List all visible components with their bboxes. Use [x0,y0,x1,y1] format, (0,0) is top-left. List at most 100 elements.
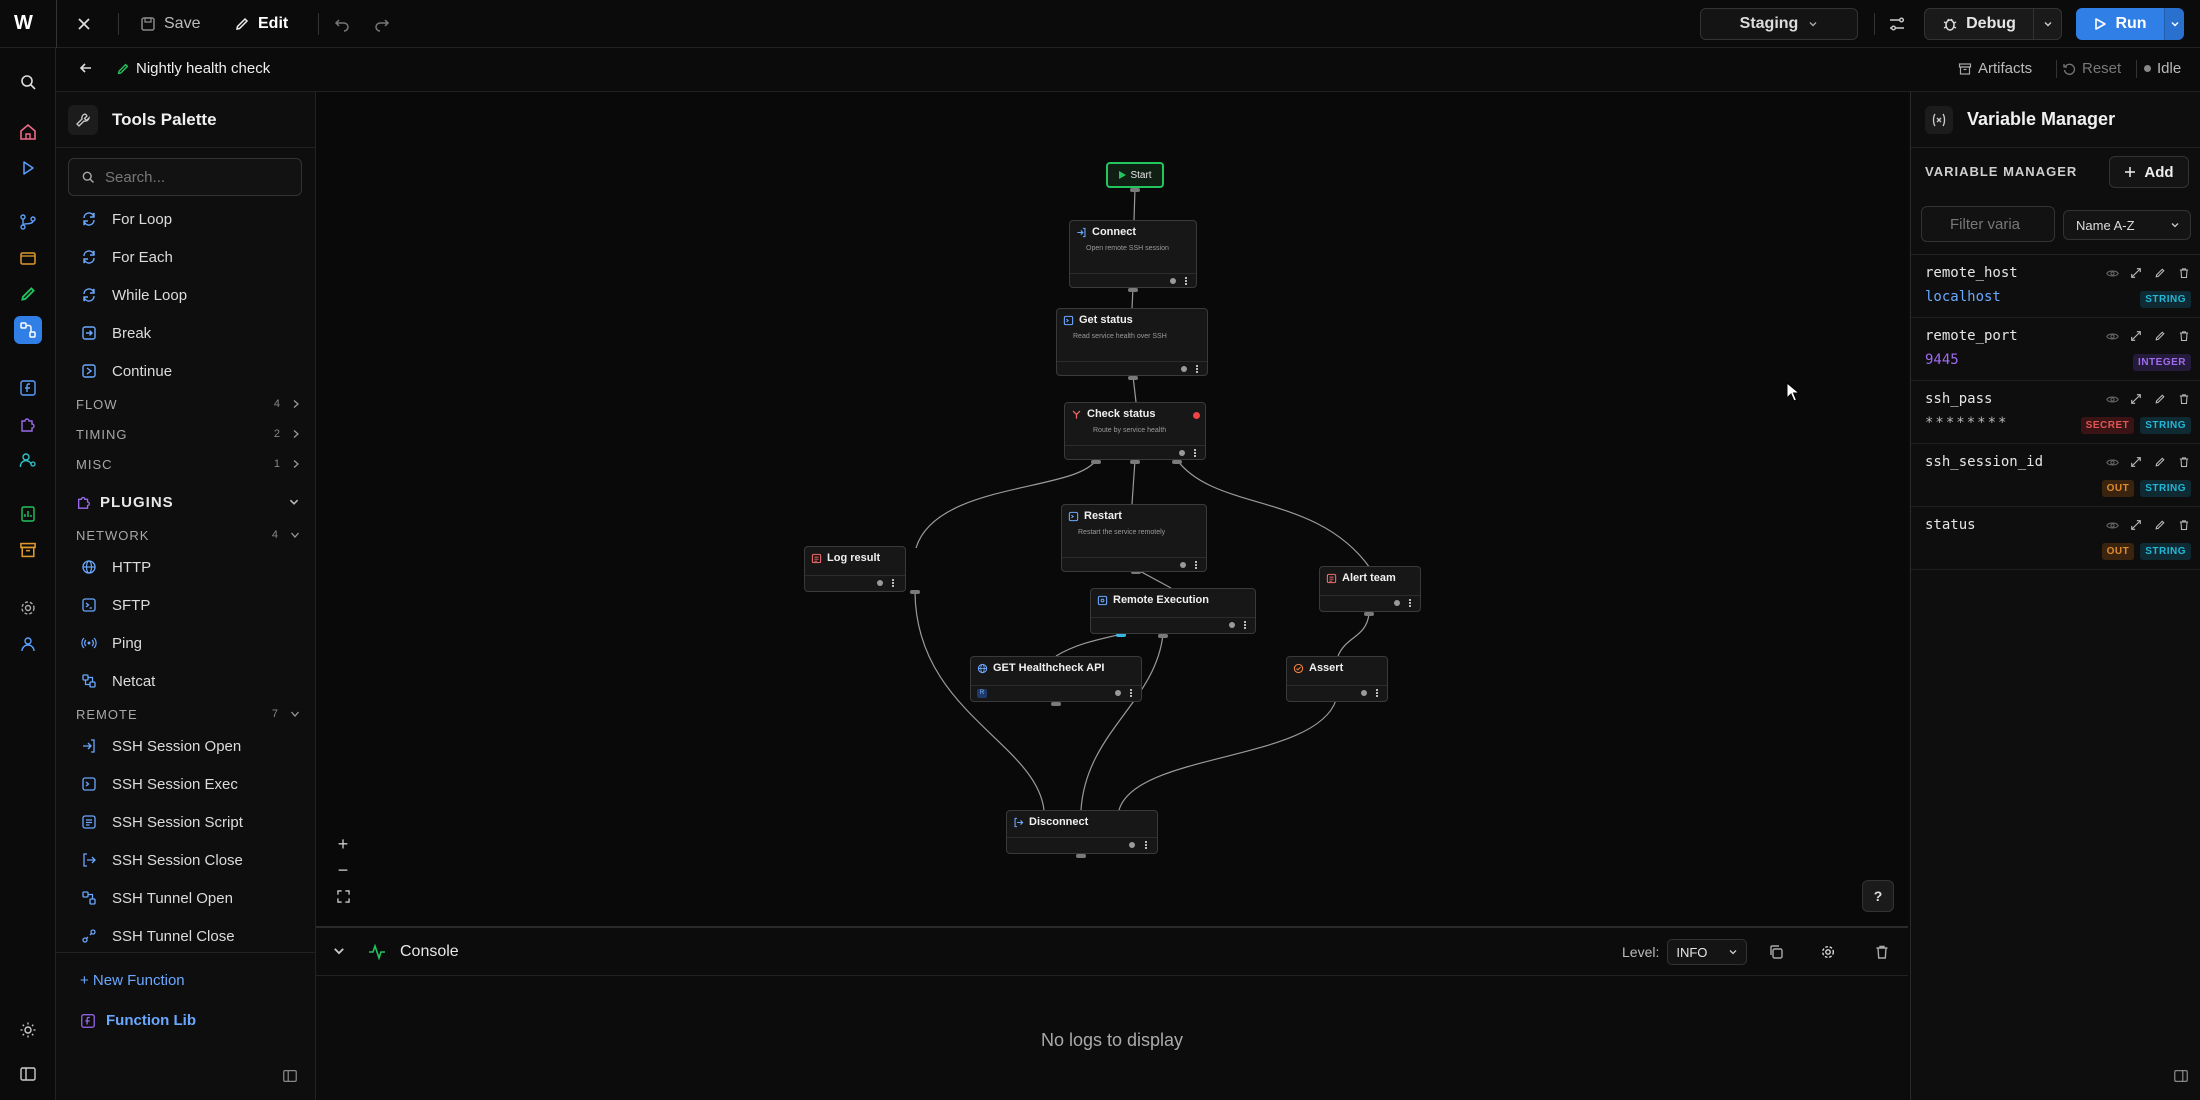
library-nav-button[interactable] [14,244,42,272]
collapse-palette-button[interactable] [282,1068,298,1084]
reset-button[interactable]: Reset [2062,60,2121,77]
home-nav-button[interactable] [14,118,42,146]
trash-icon[interactable] [2177,266,2191,280]
tool-ssh-tunnel-close[interactable]: SSH Tunnel Close [80,921,235,951]
node-menu-button[interactable] [1195,561,1197,569]
tool-sftp[interactable]: SFTP [80,590,150,620]
node-assert[interactable]: Assert [1286,656,1388,702]
expand-icon[interactable] [2129,329,2143,343]
variable-filter-input[interactable] [1921,206,2055,242]
account-nav-button[interactable] [14,630,42,658]
add-variable-button[interactable]: Add [2109,156,2189,188]
tool-for-each[interactable]: For Each [80,242,173,272]
node-menu-button[interactable] [1194,449,1196,457]
zoom-out-button[interactable]: − [330,858,356,882]
app-logo[interactable]: W [14,12,33,35]
node-alert-team[interactable]: Alert team [1319,566,1421,612]
tool-for-loop[interactable]: For Loop [80,204,172,234]
environment-select[interactable]: Staging [1700,8,1858,40]
node-get-healthcheck-api[interactable]: GET Healthcheck API R [970,656,1142,702]
run-options-button[interactable] [2164,8,2184,40]
back-button[interactable] [78,60,94,76]
new-function-button[interactable]: + New Function [80,972,185,989]
tool-ssh-session-close[interactable]: SSH Session Close [80,845,243,875]
node-restart[interactable]: Restart Restart the service remotely [1061,504,1207,572]
workflow-canvas[interactable]: Start Connect Open remote SSH session Ge… [316,92,1908,926]
variable-row[interactable]: ssh_session_id OUT STRING [1911,444,2200,507]
expand-icon[interactable] [2129,455,2143,469]
collapse-variables-button[interactable] [2173,1068,2189,1084]
node-menu-button[interactable] [1185,277,1187,285]
workflow-name[interactable]: Nightly health check [116,60,270,77]
expand-icon[interactable] [2129,392,2143,406]
category-remote[interactable]: REMOTE 7 [76,702,300,726]
edit-icon[interactable] [2153,392,2167,406]
reports-nav-button[interactable] [14,500,42,528]
category-network[interactable]: NETWORK 4 [76,523,300,547]
node-menu-button[interactable] [1130,689,1132,697]
eye-icon[interactable] [2105,455,2119,469]
edit-icon[interactable] [2153,518,2167,532]
run-button[interactable]: Run [2076,8,2164,40]
debug-options-button[interactable] [2034,8,2062,40]
eye-icon[interactable] [2105,266,2119,280]
branches-nav-button[interactable] [14,208,42,236]
clear-logs-button[interactable] [1874,944,1890,960]
expand-icon[interactable] [2129,266,2143,280]
tool-http[interactable]: HTTP [80,552,151,582]
edit-icon[interactable] [2153,329,2167,343]
theme-toggle-button[interactable] [14,1016,42,1044]
node-log-result[interactable]: Log result [804,546,906,592]
node-menu-button[interactable] [1244,621,1246,629]
tool-ssh-session-exec[interactable]: SSH Session Exec [80,769,238,799]
variable-row[interactable]: remote_host localhost STRING [1911,255,2200,318]
eye-icon[interactable] [2105,392,2119,406]
category-misc[interactable]: MISC 1 [76,452,300,476]
tool-continue[interactable]: Continue [80,356,172,386]
settings-nav-button[interactable] [14,594,42,622]
log-level-select[interactable]: INFO [1667,939,1748,965]
node-menu-button[interactable] [1409,599,1411,607]
node-check-status[interactable]: Check status Route by service health [1064,402,1206,460]
archive-nav-button[interactable] [14,536,42,564]
zoom-in-button[interactable]: + [330,832,356,856]
tool-ssh-session-script[interactable]: SSH Session Script [80,807,243,837]
variable-row[interactable]: status OUT STRING [1911,507,2200,570]
category-timing[interactable]: TIMING 2 [76,422,300,446]
close-button[interactable] [76,8,92,40]
variable-row[interactable]: remote_port 9445 INTEGER [1911,318,2200,381]
fit-view-button[interactable] [330,884,356,908]
palette-search-input[interactable] [105,168,285,186]
tool-break[interactable]: Break [80,318,151,348]
plugins-section-toggle[interactable]: PLUGINS [76,488,300,516]
tool-ping[interactable]: Ping [80,628,142,658]
settings-sliders-button[interactable] [1888,8,1906,40]
collapse-console-button[interactable] [332,944,346,958]
eye-icon[interactable] [2105,518,2119,532]
variable-sort-select[interactable]: Name A-Z [2063,210,2191,240]
tool-ssh-session-open[interactable]: SSH Session Open [80,731,241,761]
editor-nav-button[interactable] [14,280,42,308]
tool-while-loop[interactable]: While Loop [80,280,187,310]
expand-icon[interactable] [2129,518,2143,532]
node-menu-button[interactable] [892,579,894,587]
node-remote-execution[interactable]: Remote Execution [1090,588,1256,634]
edit-icon[interactable] [2153,455,2167,469]
node-menu-button[interactable] [1376,689,1378,697]
workflows-nav-button[interactable] [14,316,42,344]
artifacts-button[interactable]: Artifacts [1958,60,2032,77]
copy-logs-button[interactable] [1768,944,1784,960]
edit-icon[interactable] [2153,266,2167,280]
trash-icon[interactable] [2177,518,2191,532]
plugins-nav-button[interactable] [14,410,42,438]
trash-icon[interactable] [2177,455,2191,469]
variable-row[interactable]: ssh_pass ******** SECRET STRING [1911,381,2200,444]
search-nav-button[interactable] [14,68,42,96]
save-button[interactable]: Save [140,8,200,40]
console-settings-button[interactable] [1820,944,1836,960]
trash-icon[interactable] [2177,329,2191,343]
tool-ssh-tunnel-open[interactable]: SSH Tunnel Open [80,883,233,913]
node-menu-button[interactable] [1145,841,1147,849]
users-nav-button[interactable] [14,446,42,474]
function-lib-button[interactable]: Function Lib [80,1012,196,1029]
